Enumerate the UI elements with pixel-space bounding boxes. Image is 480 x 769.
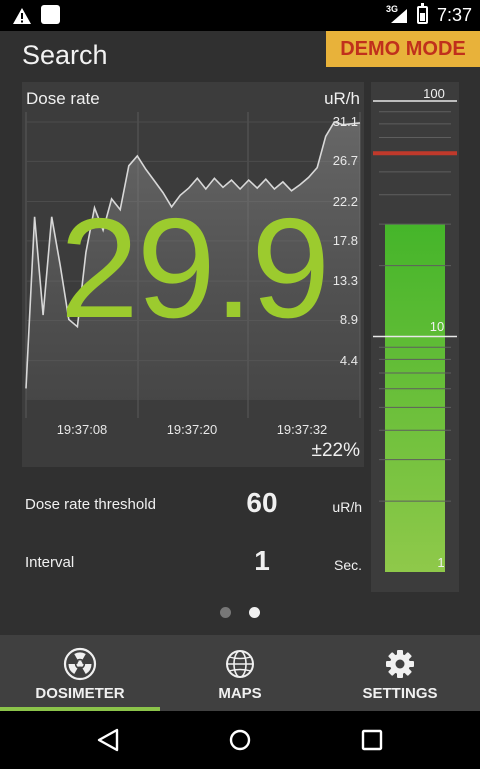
gauge-scale-label: 100 — [423, 86, 445, 101]
threshold-value[interactable]: 60 — [210, 487, 314, 519]
nav-back-button[interactable] — [78, 711, 138, 769]
system-nav-bar — [0, 711, 480, 769]
dose-level-gauge: 100 10 1 — [371, 82, 459, 592]
y-tick-label: 31.1 — [332, 114, 358, 129]
interval-label: Interval — [25, 554, 75, 571]
home-icon — [229, 729, 251, 751]
notification-icon — [41, 5, 60, 24]
recents-icon — [361, 729, 383, 751]
page-title: Search — [22, 40, 108, 70]
back-icon — [97, 728, 119, 752]
tab-dosimeter-label: DOSIMETER — [35, 685, 125, 702]
gauge-scale-label: 10 — [430, 319, 444, 334]
demo-mode-badge: DEMO MODE — [326, 31, 480, 67]
y-tick-label: 26.7 — [332, 153, 358, 169]
x-tick-label: 19:37:08 — [56, 422, 108, 437]
tab-settings-label: SETTINGS — [362, 685, 438, 702]
gauge-fill — [385, 224, 445, 572]
signal-icon — [391, 9, 407, 23]
tab-dosimeter[interactable]: DOSIMETER — [0, 635, 160, 711]
y-tick-label: 4.4 — [339, 352, 358, 368]
chart-title: Dose rate — [26, 89, 100, 108]
battery-icon — [417, 3, 428, 24]
page-indicator — [0, 607, 480, 619]
nav-recents-button[interactable] — [342, 711, 402, 769]
threshold-label: Dose rate threshold — [25, 496, 156, 513]
accuracy-value: ±22% — [311, 440, 360, 461]
gauge-scale-label: 1 — [437, 555, 444, 570]
tab-settings[interactable]: SETTINGS — [320, 635, 480, 711]
status-time: 7:37 — [437, 5, 473, 25]
chart-unit: uR/h — [324, 89, 360, 108]
threshold-row[interactable]: Dose rate threshold 60 uR/h — [0, 485, 370, 525]
threshold-unit: uR/h — [332, 499, 362, 515]
bottom-tab-bar: DOSIMETER MAPS SETTINGS — [0, 635, 480, 711]
x-tick-label: 19:37:20 — [166, 422, 218, 437]
status-bar: 3G 7:37 — [0, 0, 480, 31]
page-dot-2[interactable] — [249, 607, 260, 618]
tab-maps-label: MAPS — [218, 685, 262, 702]
tab-maps[interactable]: MAPS — [160, 635, 320, 711]
warning-icon — [13, 8, 31, 24]
x-tick-label: 19:37:32 — [276, 422, 328, 437]
gauge-threshold-line — [373, 151, 457, 156]
interval-unit: Sec. — [333, 557, 362, 573]
interval-value[interactable]: 1 — [210, 545, 314, 577]
gear-icon — [386, 650, 414, 678]
interval-row[interactable]: Interval 1 Sec. — [0, 543, 370, 583]
gauge-scale: 100 10 1 — [373, 86, 457, 572]
nav-home-button[interactable] — [210, 711, 270, 769]
dose-rate-value: 29.9 — [59, 189, 330, 348]
dose-rate-chart: Dose rate uR/h 31.1 26.7 22.2 17.8 13.3 8.9 4.… — [22, 82, 364, 467]
radiation-icon — [63, 647, 97, 681]
page-dot-1[interactable] — [220, 607, 231, 618]
globe-icon — [226, 650, 254, 678]
